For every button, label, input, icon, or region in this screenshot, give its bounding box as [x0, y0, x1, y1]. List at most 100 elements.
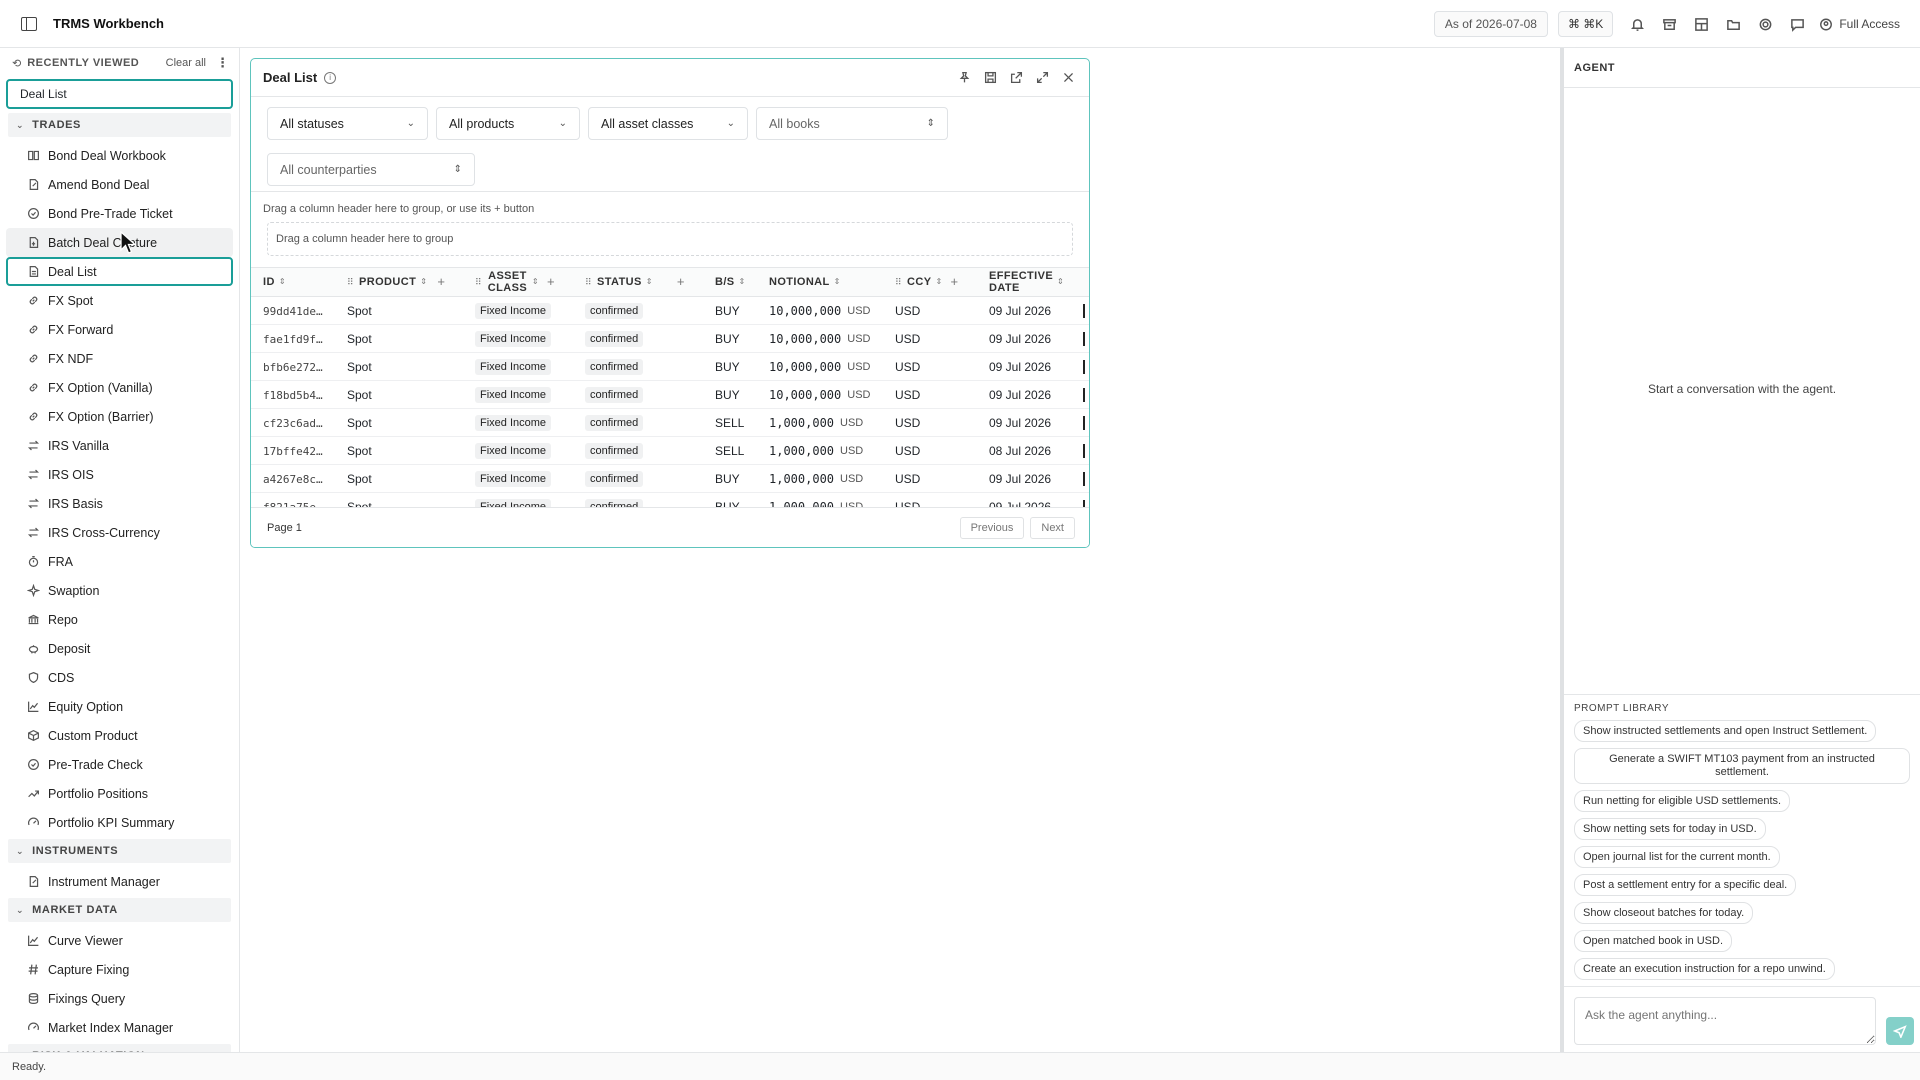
expand-icon[interactable]: [1031, 67, 1053, 89]
sidebar-item-repo[interactable]: Repo: [6, 605, 233, 634]
prompt-chip[interactable]: Post a settlement entry for a specific d…: [1574, 874, 1797, 896]
save-icon[interactable]: [979, 67, 1001, 89]
group-add-icon[interactable]: +: [951, 275, 959, 288]
status-filter[interactable]: All statuses ⌄: [267, 107, 428, 140]
prompt-chip[interactable]: Open matched book in USD.: [1574, 930, 1733, 952]
info-icon[interactable]: i: [324, 71, 337, 84]
sidebar-item-portfolio-positions[interactable]: Portfolio Positions: [6, 779, 233, 808]
prompt-chip[interactable]: Open journal list for the current month.: [1574, 846, 1780, 868]
recent-item-deal-list[interactable]: Deal List: [6, 79, 233, 109]
sort-icon[interactable]: ⇕: [420, 276, 427, 288]
drag-handle-icon[interactable]: ⠿: [475, 276, 482, 288]
more-vertical-icon[interactable]: ⋮: [216, 55, 229, 71]
table-row[interactable]: fae1fd9f… Spot Fixed Income confirmed BUY 10,…: [251, 325, 1089, 353]
next-button[interactable]: Next: [1030, 516, 1075, 539]
sidebar-item-irs-basis[interactable]: IRS Basis: [6, 489, 233, 518]
col-effective-date[interactable]: EFFECTIVE DATE ⇕: [989, 270, 1069, 294]
sort-icon[interactable]: ⇕: [646, 276, 653, 288]
drag-handle-icon[interactable]: ⠿: [895, 276, 902, 288]
sidebar-item-irs-cross-currency[interactable]: IRS Cross-Currency: [6, 518, 233, 547]
sidebar-item-bond-deal-workbook[interactable]: Bond Deal Workbook: [6, 141, 233, 170]
previous-button[interactable]: Previous: [959, 516, 1025, 539]
sidebar-item-fx-option-barrier[interactable]: FX Option (Barrier): [6, 402, 233, 431]
table-row[interactable]: cf23c6ad… Spot Fixed Income confirmed SELL 1,…: [251, 409, 1089, 437]
bell-icon[interactable]: [1621, 8, 1653, 40]
sort-icon[interactable]: ⇕: [935, 276, 942, 288]
sort-icon[interactable]: ⇕: [532, 276, 539, 288]
pin-icon[interactable]: [953, 67, 975, 89]
command-palette-button[interactable]: ⌘ ⌘K: [1557, 11, 1614, 37]
sort-icon[interactable]: ⇕: [279, 276, 286, 288]
sidebar-item-equity-option[interactable]: Equity Option: [6, 692, 233, 721]
sidebar-item-capture-fixing[interactable]: Capture Fixing: [6, 955, 233, 984]
col-status[interactable]: ⠿ STATUS ⇕ +: [585, 275, 685, 288]
sort-icon[interactable]: ⇕: [1057, 276, 1064, 288]
col-product[interactable]: ⠿ PRODUCT ⇕ +: [347, 275, 445, 288]
section-trades[interactable]: ⌄ TRADES: [8, 113, 231, 137]
sidebar-item-deal-list[interactable]: Deal List: [6, 257, 233, 286]
archive-icon[interactable]: [1653, 8, 1685, 40]
product-filter[interactable]: All products ⌄: [436, 107, 580, 140]
sidebar-item-instrument-manager[interactable]: Instrument Manager: [6, 867, 233, 896]
sidebar-item-cds[interactable]: CDS: [6, 663, 233, 692]
prompt-chip[interactable]: Show instructed settlements and open Ins…: [1574, 720, 1877, 742]
sidebar-item-swaption[interactable]: Swaption: [6, 576, 233, 605]
sidebar-toggle-icon[interactable]: [21, 16, 37, 31]
full-access-button[interactable]: Full Access: [1819, 8, 1900, 40]
asset-class-filter[interactable]: All asset classes ⌄: [588, 107, 748, 140]
prompt-chip[interactable]: Show netting sets for today in USD.: [1574, 818, 1766, 840]
sidebar-item-fixings-query[interactable]: Fixings Query: [6, 984, 233, 1013]
table-row[interactable]: 17bffe42… Spot Fixed Income confirmed SELL 1,…: [251, 437, 1089, 465]
sidebar-item-fx-forward[interactable]: FX Forward: [6, 315, 233, 344]
sidebar-item-pre-trade-check[interactable]: Pre-Trade Check: [6, 750, 233, 779]
drag-handle-icon[interactable]: ⠿: [585, 276, 592, 288]
group-add-icon[interactable]: +: [547, 275, 555, 288]
table-row[interactable]: a4267e8c… Spot Fixed Income confirmed BUY 1,0…: [251, 465, 1089, 493]
sidebar-item-amend-bond-deal[interactable]: Amend Bond Deal: [6, 170, 233, 199]
col-id[interactable]: ID ⇕: [263, 276, 286, 288]
sidebar-item-fx-spot[interactable]: FX Spot: [6, 286, 233, 315]
group-add-icon[interactable]: +: [677, 275, 685, 288]
prompt-chip[interactable]: Create an execution instruction for a re…: [1574, 958, 1835, 980]
table-row[interactable]: f821a75e… Spot Fixed Income confirmed BUY 1,0…: [251, 493, 1089, 507]
section-market-data[interactable]: ⌄ MARKET DATA: [8, 898, 231, 922]
book-filter[interactable]: All books ⇕: [756, 107, 948, 140]
close-icon[interactable]: [1057, 67, 1079, 89]
sidebar-item-irs-vanilla[interactable]: IRS Vanilla: [6, 431, 233, 460]
sidebar-item-bond-pre-trade-ticket[interactable]: Bond Pre-Trade Ticket: [6, 199, 233, 228]
sort-icon[interactable]: ⇕: [739, 276, 746, 288]
col-asset-class[interactable]: ⠿ ASSET CLASS ⇕ +: [475, 270, 555, 294]
as-of-date-button[interactable]: As of 2026-07-08: [1433, 11, 1548, 37]
col-ccy[interactable]: ⠿ CCY ⇕ +: [895, 275, 959, 288]
table-row[interactable]: 99dd41de… Spot Fixed Income confirmed BUY 10,…: [251, 297, 1089, 325]
sidebar-item-fra[interactable]: FRA: [6, 547, 233, 576]
sidebar-item-custom-product[interactable]: Custom Product: [6, 721, 233, 750]
sort-icon[interactable]: ⇕: [834, 276, 841, 288]
prompt-chip[interactable]: Run netting for eligible USD settlements…: [1574, 790, 1791, 812]
sidebar-item-fx-option-vanilla[interactable]: FX Option (Vanilla): [6, 373, 233, 402]
prompt-chip[interactable]: Show closeout batches for today.: [1574, 902, 1754, 924]
table-row[interactable]: bfb6e272… Spot Fixed Income confirmed BUY 10,…: [251, 353, 1089, 381]
group-drop-zone[interactable]: Drag a column header here to group: [267, 222, 1073, 256]
section-risk-valuation[interactable]: ⌄RISK & VALUATION: [8, 1044, 231, 1052]
group-add-icon[interactable]: +: [437, 275, 445, 288]
sidebar-item-curve-viewer[interactable]: Curve Viewer: [6, 926, 233, 955]
section-instruments[interactable]: ⌄ INSTRUMENTS: [8, 839, 231, 863]
folder-icon[interactable]: [1717, 8, 1749, 40]
layout-icon[interactable]: [1685, 8, 1717, 40]
sidebar-item-deposit[interactable]: Deposit: [6, 634, 233, 663]
sidebar-item-irs-ois[interactable]: IRS OIS: [6, 460, 233, 489]
sidebar-item-fx-ndf[interactable]: FX NDF: [6, 344, 233, 373]
col-notional[interactable]: NOTIONAL ⇕: [769, 276, 841, 288]
gear-icon[interactable]: [1749, 8, 1781, 40]
external-link-icon[interactable]: [1005, 67, 1027, 89]
sidebar-item-market-index-manager[interactable]: Market Index Manager: [6, 1013, 233, 1042]
col-bs[interactable]: B/S ⇕: [715, 276, 746, 288]
sidebar-item-portfolio-kpi-summary[interactable]: Portfolio KPI Summary: [6, 808, 233, 837]
prompt-chip[interactable]: Generate a SWIFT MT103 payment from an i…: [1574, 748, 1910, 784]
table-row[interactable]: f18bd5b4… Spot Fixed Income confirmed BUY 10,…: [251, 381, 1089, 409]
chat-icon[interactable]: [1781, 8, 1813, 40]
send-button[interactable]: [1886, 1017, 1914, 1045]
drag-handle-icon[interactable]: ⠿: [347, 276, 354, 288]
counterparty-filter[interactable]: All counterparties ⇕: [267, 153, 475, 186]
